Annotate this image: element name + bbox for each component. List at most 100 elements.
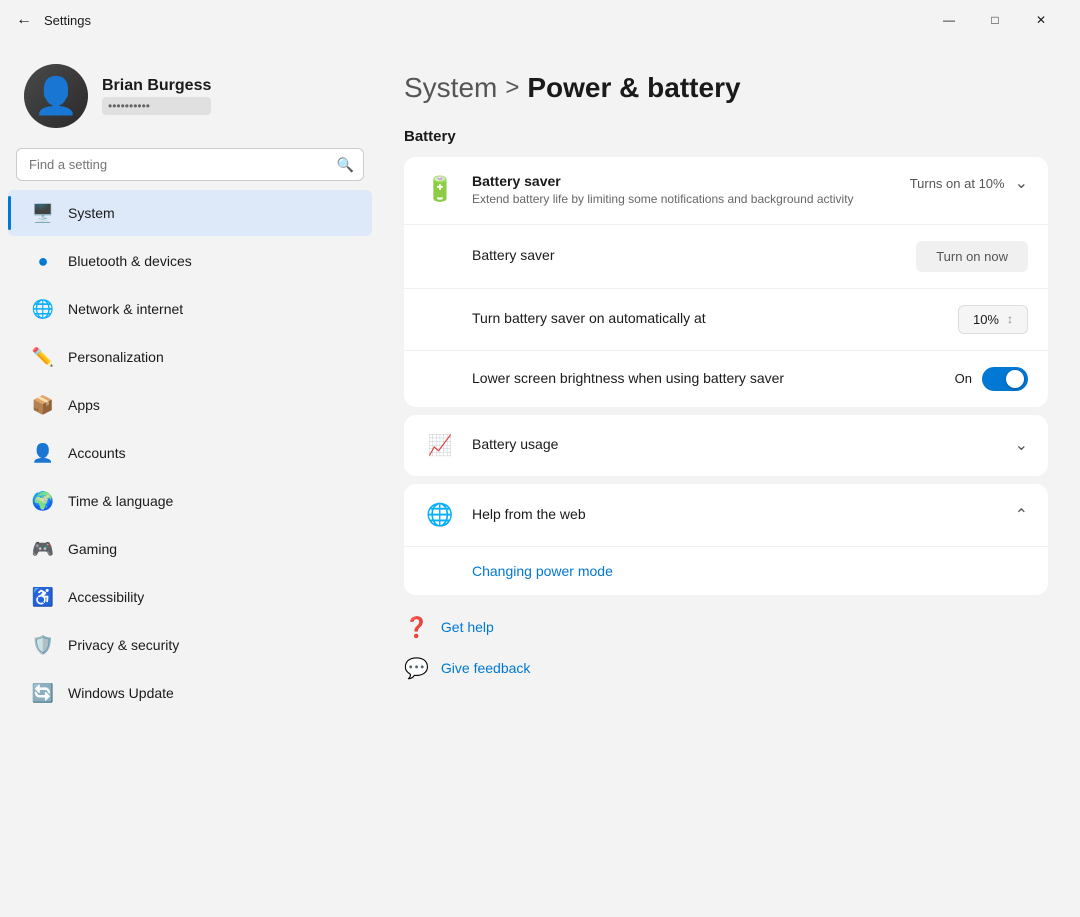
title-bar-left: ← Settings (16, 11, 91, 29)
user-email: •••••••••• (102, 97, 211, 115)
sidebar-item-time[interactable]: 🌍 Time & language (8, 478, 372, 524)
section-battery-title: Battery (404, 128, 1048, 145)
changing-power-mode-link[interactable]: Changing power mode (404, 547, 1048, 595)
give-feedback-action[interactable]: 💬 Give feedback (404, 652, 1048, 685)
app-title: Settings (44, 13, 91, 28)
sidebar-item-personalization[interactable]: ✏️ Personalization (8, 334, 372, 380)
sidebar-item-label: Privacy & security (68, 637, 179, 653)
battery-saver-header-row[interactable]: 🔋 Battery saver Extend battery life by l… (404, 157, 1048, 225)
help-web-card: 🌐 Help from the web ⌃ Changing power mod… (404, 484, 1048, 595)
sidebar-item-label: Personalization (68, 349, 164, 365)
auto-turn-on-row: Turn battery saver on automatically at 1… (404, 289, 1048, 351)
battery-saver-header-right: Turns on at 10% ⌄ (910, 173, 1028, 193)
breadcrumb: System > Power & battery (404, 72, 1048, 104)
network-icon: 🌐 (32, 298, 54, 320)
sidebar-item-accessibility[interactable]: ♿ Accessibility (8, 574, 372, 620)
sidebar-item-network[interactable]: 🌐 Network & internet (8, 286, 372, 332)
sidebar-item-label: Apps (68, 397, 100, 413)
battery-saver-card: 🔋 Battery saver Extend battery life by l… (404, 157, 1048, 407)
percent-value: 10% (973, 312, 999, 327)
sidebar-item-label: Accounts (68, 445, 126, 461)
get-help-label[interactable]: Get help (441, 619, 494, 635)
help-web-chevron: ⌃ (1015, 505, 1028, 525)
time-icon: 🌍 (32, 490, 54, 512)
sidebar-item-label: Windows Update (68, 685, 174, 701)
sidebar-item-label: Time & language (68, 493, 173, 509)
cursor-icon: ↕ (1007, 312, 1013, 326)
breadcrumb-parent[interactable]: System (404, 72, 497, 104)
lower-brightness-toggle[interactable] (982, 367, 1028, 391)
battery-usage-chevron: ⌄ (1015, 435, 1028, 455)
lower-brightness-right: On (955, 367, 1028, 391)
apps-icon: 📦 (32, 394, 54, 416)
privacy-icon: 🛡️ (32, 634, 54, 656)
sidebar-item-label: Accessibility (68, 589, 144, 605)
help-web-title: Help from the web (472, 506, 586, 522)
battery-usage-card[interactable]: 📈 Battery usage ⌄ (404, 415, 1048, 476)
app-container: Brian Burgess •••••••••• 🔍 🖥️ System ● B… (0, 40, 1080, 917)
sidebar-item-bluetooth[interactable]: ● Bluetooth & devices (8, 238, 372, 284)
sidebar-item-label: Gaming (68, 541, 117, 557)
give-feedback-label[interactable]: Give feedback (441, 660, 531, 676)
user-name: Brian Burgess (102, 77, 211, 95)
battery-saver-subtitle: Extend battery life by limiting some not… (472, 191, 894, 208)
toggle-on-label: On (955, 371, 972, 386)
minimize-button[interactable]: — (926, 4, 972, 36)
breadcrumb-current: Power & battery (527, 72, 740, 104)
title-bar: ← Settings — □ ✕ (0, 0, 1080, 40)
sidebar-item-accounts[interactable]: 👤 Accounts (8, 430, 372, 476)
lower-brightness-row: Lower screen brightness when using batte… (404, 351, 1048, 407)
avatar (24, 64, 88, 128)
get-help-action[interactable]: ❓ Get help (404, 611, 1048, 644)
auto-turn-on-content: Turn battery saver on automatically at (472, 310, 942, 328)
sidebar-item-privacy[interactable]: 🛡️ Privacy & security (8, 622, 372, 668)
sidebar: Brian Burgess •••••••••• 🔍 🖥️ System ● B… (0, 40, 380, 917)
sidebar-item-label: Network & internet (68, 301, 183, 317)
sidebar-item-gaming[interactable]: 🎮 Gaming (8, 526, 372, 572)
close-button[interactable]: ✕ (1018, 4, 1064, 36)
sidebar-item-apps[interactable]: 📦 Apps (8, 382, 372, 428)
battery-usage-icon: 📈 (424, 433, 456, 458)
percent-dropdown[interactable]: 10% ↕ (958, 305, 1028, 334)
battery-usage-content: Battery usage (472, 436, 999, 454)
battery-saver-chevron-up[interactable]: ⌄ (1015, 173, 1028, 193)
lower-brightness-label: Lower screen brightness when using batte… (472, 370, 784, 386)
help-web-header[interactable]: 🌐 Help from the web ⌃ (404, 484, 1048, 546)
help-web-icon: 🌐 (424, 502, 456, 528)
maximize-button[interactable]: □ (972, 4, 1018, 36)
sidebar-item-update[interactable]: 🔄 Windows Update (8, 670, 372, 716)
help-web-content: Help from the web (472, 506, 999, 524)
search-icon: 🔍 (337, 156, 354, 173)
accounts-icon: 👤 (32, 442, 54, 464)
search-box: 🔍 (16, 148, 364, 181)
search-input[interactable] (16, 148, 364, 181)
battery-usage-row[interactable]: 📈 Battery usage ⌄ (404, 415, 1048, 476)
battery-saver-title: Battery saver (472, 173, 894, 189)
turn-on-button[interactable]: Turn on now (916, 241, 1028, 272)
get-help-icon: ❓ (404, 615, 429, 640)
personalization-icon: ✏️ (32, 346, 54, 368)
sidebar-item-system[interactable]: 🖥️ System (8, 190, 372, 236)
battery-saver-icon: 🔋 (424, 175, 456, 204)
battery-status-text: Turns on at 10% (910, 176, 1005, 191)
battery-saver-info: Battery saver Extend battery life by lim… (472, 173, 894, 208)
give-feedback-icon: 💬 (404, 656, 429, 681)
back-icon[interactable]: ← (16, 11, 32, 29)
turn-on-right: Turn on now (916, 241, 1028, 272)
sidebar-item-label: Bluetooth & devices (68, 253, 192, 269)
gaming-icon: 🎮 (32, 538, 54, 560)
battery-usage-label: Battery usage (472, 436, 558, 452)
auto-turn-on-right: 10% ↕ (958, 305, 1028, 334)
sidebar-item-label: System (68, 205, 115, 221)
bottom-actions: ❓ Get help 💬 Give feedback (404, 611, 1048, 685)
avatar-image (24, 64, 88, 128)
breadcrumb-separator: > (505, 74, 519, 102)
lower-brightness-content: Lower screen brightness when using batte… (472, 370, 939, 388)
auto-turn-on-label: Turn battery saver on automatically at (472, 310, 706, 326)
battery-saver-row-label: Battery saver (472, 247, 554, 263)
accessibility-icon: ♿ (32, 586, 54, 608)
bluetooth-icon: ● (32, 250, 54, 272)
user-info: Brian Burgess •••••••••• (102, 77, 211, 115)
main-content: System > Power & battery Battery 🔋 Batte… (380, 40, 1080, 917)
battery-saver-label: Battery saver (472, 247, 900, 265)
